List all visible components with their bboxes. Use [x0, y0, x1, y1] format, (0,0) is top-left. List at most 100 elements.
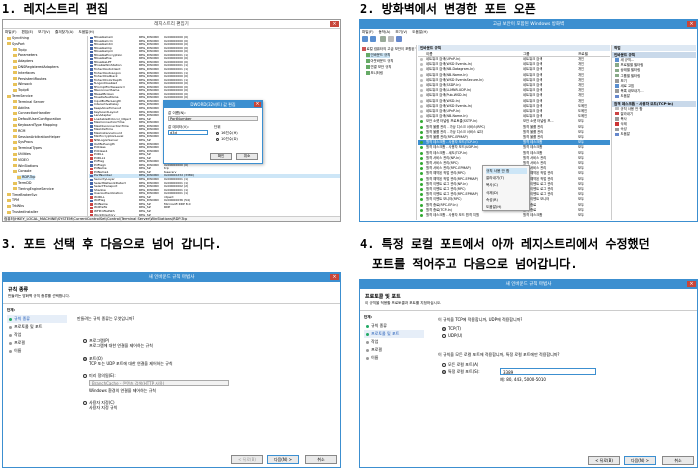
next-button[interactable]: 다음(N) >: [624, 456, 656, 465]
menu-item[interactable]: 도움말(H): [79, 30, 94, 34]
close-button[interactable]: ×: [687, 21, 696, 27]
cancel-button[interactable]: 취소: [662, 456, 694, 465]
action-item[interactable]: 도움말: [612, 132, 696, 137]
tree-item[interactable]: Syncthing: [7, 36, 29, 41]
tree-item[interactable]: Winsock: [13, 82, 32, 87]
tree-item[interactable]: TermService: [7, 94, 33, 99]
dialog-title: DWORD(32비트) 값 편집: [190, 102, 236, 107]
close-button[interactable]: ×: [330, 274, 339, 280]
close-button[interactable]: ×: [687, 281, 696, 287]
next-button[interactable]: 다음(N) >: [267, 455, 299, 464]
context-menu-item[interactable]: 삭제(D): [486, 190, 527, 196]
tree-item[interactable]: SysPort: [7, 42, 25, 47]
scope-tree-item[interactable]: 연결 보안 규칙: [366, 65, 391, 70]
option-predefined[interactable]: 미리 정의됨(E):: [83, 373, 116, 378]
menu-item[interactable]: 즐겨찾기(A): [55, 30, 74, 34]
col-profile[interactable]: 프로필: [578, 52, 588, 57]
tree-item[interactable]: WinStations: [13, 164, 38, 169]
action-icon: [615, 89, 619, 93]
rule-enabled-icon: [420, 151, 423, 155]
tree-item[interactable]: Tcpip: [13, 48, 27, 53]
option-custom[interactable]: 사용자 지정(C) 사용자 지정 규칙: [83, 400, 117, 410]
option-specific-ports[interactable]: 특정 로컬 포트(S):: [442, 369, 480, 374]
firewall-window: 고급 보안이 포함된 Windows 방화벽 × 파일(F) 동작(A) 보기(V) 도…: [359, 19, 698, 222]
tree-item[interactable]: KeyboardType Mapping: [13, 123, 57, 128]
radio-dec[interactable]: 10진수(D): [216, 137, 238, 142]
tree-item[interactable]: TieringEngineService: [13, 187, 54, 192]
action-label: 삭제: [620, 122, 627, 127]
rule-row[interactable]: 원격 데스크톱 - 사용자 모드 원격 지원 원격 데스크톱 모두: [418, 213, 610, 218]
option-port[interactable]: 포트(O) TCP 또는 UDP 포트에 대한 연결을 제어하는 규칙: [83, 356, 173, 366]
tree-item[interactable]: TrkWks: [7, 204, 24, 209]
menu-item[interactable]: 파일(F): [362, 30, 373, 34]
tree-item[interactable]: Utilities: [13, 152, 31, 157]
tree-item[interactable]: Console: [13, 169, 31, 174]
scope-tree-item[interactable]: 모니터링: [366, 71, 383, 76]
menu-item[interactable]: 보기(V): [395, 30, 407, 34]
back-button[interactable]: < 뒤로(B): [588, 456, 620, 465]
context-menu-item[interactable]: 속성(R): [486, 197, 527, 203]
menu-item[interactable]: 도움말(H): [412, 30, 427, 34]
back-icon[interactable]: [362, 36, 368, 42]
tree-item[interactable]: TimeBrokerSvc: [7, 193, 37, 198]
tree-item[interactable]: SessionArbitrationHelper: [13, 135, 60, 140]
value-data-input[interactable]: d3d: [168, 130, 208, 135]
tree-item[interactable]: Terminal Server: [13, 100, 45, 105]
tree-item[interactable]: TrustedInstaller: [7, 210, 38, 215]
action-item[interactable]: 도움말: [612, 94, 696, 99]
scope-tree-item[interactable]: 로컬 컴퓨터의 고급 보안이 포함된 Windows 방화벽: [362, 47, 416, 52]
tree-item[interactable]: TPM: [7, 198, 19, 203]
context-menu-item[interactable]: 규칙 사용 안 함: [486, 168, 527, 174]
tree-item[interactable]: VIDEO: [13, 158, 29, 163]
scope-tree-item[interactable]: 인바운드 규칙: [366, 53, 391, 58]
scope-tree-item[interactable]: 아웃바운드 규칙: [366, 59, 393, 64]
radio-hex[interactable]: 16진수(H): [216, 131, 238, 136]
ok-button[interactable]: 확인: [210, 153, 232, 160]
action-label: 그룹별 필터링: [620, 73, 641, 78]
context-menu-item[interactable]: 도움말(H): [486, 204, 527, 210]
forward-icon[interactable]: [370, 36, 376, 42]
tree-item[interactable]: DefaultUserConfiguration: [13, 117, 61, 122]
back-button[interactable]: < 뒤로(B): [231, 455, 263, 464]
folder-icon: [13, 135, 17, 139]
help-icon[interactable]: [396, 36, 402, 42]
menu-item[interactable]: 파일(F): [5, 30, 16, 34]
tree-item[interactable]: DNSRegisteredAdapters: [13, 65, 59, 70]
col-name[interactable]: 이름: [426, 52, 433, 57]
value-name-field[interactable]: PortNumber: [168, 116, 258, 121]
menu-item[interactable]: 동작(A): [378, 30, 390, 34]
tree-item[interactable]: AddIns: [13, 106, 29, 111]
option-udp[interactable]: UDP(U): [442, 333, 462, 338]
step-bullet-icon: [366, 324, 369, 328]
wizard-step-label: 작업: [14, 332, 22, 337]
menu-item[interactable]: 편집(E): [21, 30, 33, 34]
tree-item[interactable]: RCM: [13, 129, 25, 134]
up-icon[interactable]: [380, 36, 386, 42]
option-all-ports[interactable]: 모든 로컬 포트(A): [442, 362, 478, 367]
tree-item[interactable]: TermDD: [13, 181, 31, 186]
dialog-close-button[interactable]: ×: [254, 101, 261, 107]
rule-enabled-icon: [420, 182, 423, 186]
tree-item[interactable]: PersistentRoutes: [13, 77, 46, 82]
tree-item[interactable]: SysProcs: [13, 140, 33, 145]
port-input[interactable]: 3389: [500, 368, 596, 375]
cancel-button[interactable]: 취소: [305, 455, 337, 464]
col-group[interactable]: 그룹: [523, 52, 530, 57]
rule-enabled-icon: [420, 58, 423, 61]
predefined-select[interactable]: BranchCache - 콘텐츠 검색(HTTP 사용): [89, 380, 229, 386]
tree-item[interactable]: Adapters: [13, 59, 33, 64]
cancel-button[interactable]: 취소: [236, 153, 258, 160]
properties-icon[interactable]: [388, 36, 394, 42]
option-tcp[interactable]: TCP(T): [442, 326, 461, 331]
tree-item[interactable]: Interfaces: [13, 71, 35, 76]
context-menu-item[interactable]: 복사(C): [486, 182, 527, 188]
context-menu-item[interactable]: 잘라내기(T): [486, 175, 527, 181]
tree-item[interactable]: Tcpip6: [13, 88, 29, 93]
option-program[interactable]: 프로그램(P) 프로그램에 대한 연결을 제어하는 규칙: [83, 338, 153, 348]
tree-item[interactable]: ConnectionHandler: [13, 111, 51, 116]
tree-item[interactable]: RDP-Tcp: [17, 175, 36, 181]
menu-item[interactable]: 보기(V): [38, 30, 50, 34]
tree-item[interactable]: TerminalTypes: [13, 146, 42, 151]
close-button[interactable]: ×: [330, 21, 339, 27]
tree-item[interactable]: Parameters: [13, 53, 37, 58]
